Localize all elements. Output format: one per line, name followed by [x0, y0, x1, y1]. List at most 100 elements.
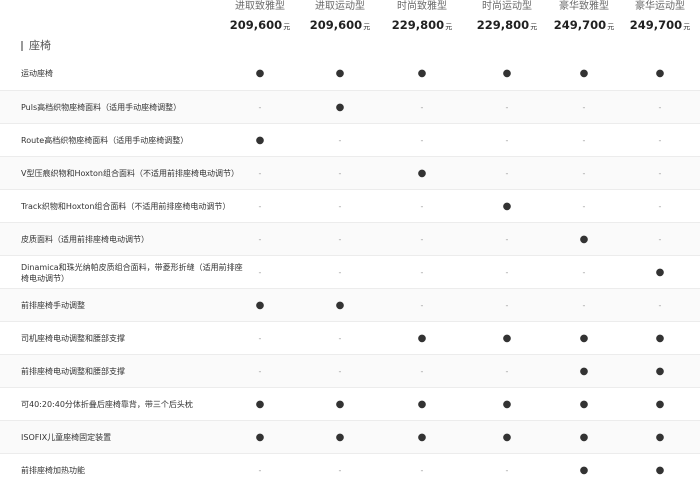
section-header: 座椅: [21, 38, 51, 54]
standard-feature-dot: ●: [335, 432, 345, 443]
standard-feature-dot: ●: [255, 135, 265, 146]
not-available-dash: -: [338, 367, 342, 376]
standard-feature-dot: ●: [579, 333, 589, 344]
not-available-dash: -: [420, 103, 424, 112]
spec-row-label: 皮质面料（适用前排座椅电动调节）: [21, 235, 149, 244]
trim-price-unit: 元: [683, 23, 691, 31]
standard-feature-dot: ●: [417, 399, 427, 410]
trim-name: 进取致雅型: [235, 1, 285, 12]
standard-feature-dot: ●: [502, 399, 512, 410]
not-available-dash: -: [658, 202, 662, 211]
standard-feature-dot: ●: [335, 399, 345, 410]
not-available-dash: -: [420, 466, 424, 475]
not-available-dash: -: [338, 268, 342, 277]
trim-price: 249,700元: [621, 18, 699, 34]
not-available-dash: -: [338, 235, 342, 244]
not-available-dash: -: [505, 466, 509, 475]
not-available-dash: -: [505, 103, 509, 112]
trim-price: 229,800元: [383, 18, 461, 34]
standard-feature-dot: ●: [655, 366, 665, 377]
spec-row-label: 可40:20:40分体折叠后座椅靠背，带三个后头枕: [21, 400, 193, 409]
standard-feature-dot: ●: [502, 68, 512, 79]
not-available-dash: -: [420, 367, 424, 376]
not-available-dash: -: [258, 169, 262, 178]
trim-price-unit: 元: [607, 23, 615, 31]
spec-row-label: ISOFIX儿童座椅固定装置: [21, 433, 112, 442]
trim-price-value: 229,800: [391, 18, 445, 32]
not-available-dash: -: [582, 202, 586, 211]
spec-row: Dinamica和珠光纳帕皮质组合面料，带菱形折缝（适用前排座椅电动调节） - - -…: [0, 255, 700, 288]
trim-column-header: 时尚致雅型 229,800元: [383, 0, 461, 34]
trim-name: 时尚运动型: [482, 1, 532, 12]
standard-feature-dot: ●: [255, 432, 265, 443]
section-title: 座椅: [29, 39, 51, 52]
not-available-dash: -: [505, 136, 509, 145]
trim-price-value: 249,700: [629, 18, 683, 32]
trim-price-value: 209,600: [309, 18, 363, 32]
spec-row-label: Dinamica和珠光纳帕皮质组合面料，带菱形折缝（适用前排座椅电动调节）: [21, 262, 243, 283]
trim-name: 豪华运动型: [635, 1, 685, 12]
not-available-dash: -: [338, 169, 342, 178]
not-available-dash: -: [505, 235, 509, 244]
not-available-dash: -: [420, 136, 424, 145]
trim-header: 进取致雅型 209,600元 进取运动型 209,600元 时尚致雅型 229,…: [0, 0, 700, 36]
trim-price-value: 229,800: [476, 18, 530, 32]
spec-row: Track织物和Hoxton组合面料（不适用前排座椅电动调节） - - - ● - -: [0, 189, 700, 222]
not-available-dash: -: [338, 466, 342, 475]
spec-row-label: 前排座椅加热功能: [21, 466, 85, 475]
not-available-dash: -: [658, 136, 662, 145]
standard-feature-dot: ●: [502, 201, 512, 212]
standard-feature-dot: ●: [502, 432, 512, 443]
trim-name: 豪华致雅型: [559, 1, 609, 12]
not-available-dash: -: [420, 202, 424, 211]
standard-feature-dot: ●: [579, 465, 589, 476]
trim-column-header: 时尚运动型 229,800元: [468, 0, 546, 34]
trim-name: 时尚致雅型: [397, 1, 447, 12]
not-available-dash: -: [258, 103, 262, 112]
standard-feature-dot: ●: [655, 333, 665, 344]
spec-row: V型压痕织物和Hoxton组合面料（不适用前排座椅电动调节） - - ● - - -: [0, 156, 700, 189]
not-available-dash: -: [658, 169, 662, 178]
standard-feature-dot: ●: [417, 68, 427, 79]
not-available-dash: -: [582, 136, 586, 145]
spec-row: 前排座椅电动调整和腰部支撑 - - - - ● ●: [0, 354, 700, 387]
standard-feature-dot: ●: [417, 333, 427, 344]
standard-feature-dot: ●: [655, 432, 665, 443]
not-available-dash: -: [505, 268, 509, 277]
trim-column-header: 进取致雅型 209,600元: [221, 0, 299, 34]
trim-price-value: 209,600: [229, 18, 283, 32]
spec-row: Route高档织物座椅面料（适用手动座椅调整） ● - - - - -: [0, 123, 700, 156]
not-available-dash: -: [338, 136, 342, 145]
standard-feature-dot: ●: [579, 234, 589, 245]
not-available-dash: -: [258, 466, 262, 475]
trim-price-unit: 元: [283, 23, 291, 31]
not-available-dash: -: [582, 268, 586, 277]
standard-feature-dot: ●: [579, 399, 589, 410]
trim-price-value: 249,700: [553, 18, 607, 32]
spec-row: Puls高档织物座椅面料（适用手动座椅调整） - ● - - - -: [0, 90, 700, 123]
standard-feature-dot: ●: [502, 333, 512, 344]
not-available-dash: -: [582, 301, 586, 310]
not-available-dash: -: [582, 169, 586, 178]
not-available-dash: -: [258, 334, 262, 343]
standard-feature-dot: ●: [335, 68, 345, 79]
trim-price-unit: 元: [363, 23, 371, 31]
not-available-dash: -: [338, 202, 342, 211]
not-available-dash: -: [420, 301, 424, 310]
spec-row: 可40:20:40分体折叠后座椅靠背，带三个后头枕 ● ● ● ● ● ●: [0, 387, 700, 420]
standard-feature-dot: ●: [655, 399, 665, 410]
not-available-dash: -: [505, 301, 509, 310]
spec-row-label: 前排座椅手动调整: [21, 301, 85, 310]
spec-table: 运动座椅 ● ● ● ● ● ● Puls高档织物座椅面料（适用手动座椅调整） - ● - - - - Ro…: [0, 57, 700, 486]
spec-row: 运动座椅 ● ● ● ● ● ●: [0, 57, 700, 90]
standard-feature-dot: ●: [417, 432, 427, 443]
standard-feature-dot: ●: [655, 267, 665, 278]
not-available-dash: -: [420, 235, 424, 244]
not-available-dash: -: [420, 268, 424, 277]
trim-price: 209,600元: [301, 18, 379, 34]
trim-column-header: 进取运动型 209,600元: [301, 0, 379, 34]
standard-feature-dot: ●: [255, 399, 265, 410]
spec-row: 皮质面料（适用前排座椅电动调节） - - - - ● -: [0, 222, 700, 255]
trim-column-header: 豪华运动型 249,700元: [621, 0, 699, 34]
standard-feature-dot: ●: [417, 168, 427, 179]
